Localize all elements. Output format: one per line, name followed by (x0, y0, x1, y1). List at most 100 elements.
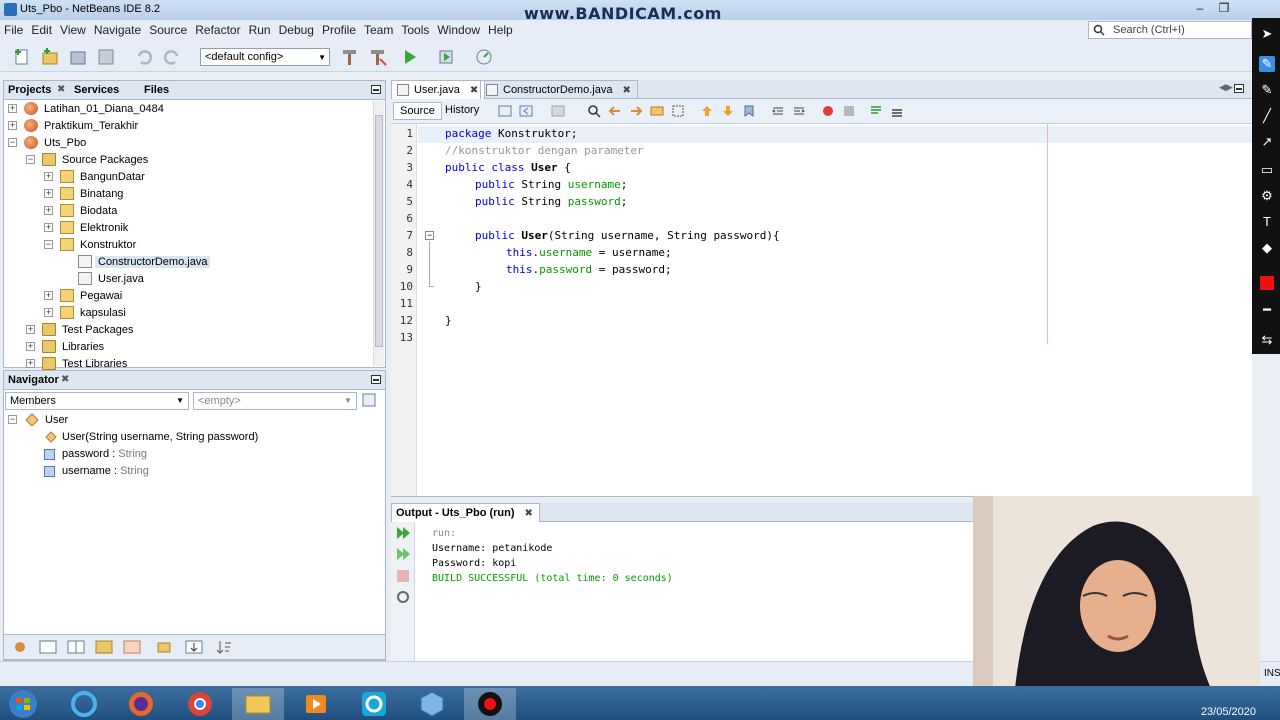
filter-icon[interactable] (12, 639, 28, 655)
shift-left-icon[interactable] (771, 104, 785, 118)
netbeans-taskbar-icon[interactable] (406, 688, 458, 720)
navigator-root[interactable]: − User (8, 412, 308, 429)
clean-build-icon[interactable] (368, 47, 388, 67)
find-previous-icon[interactable] (608, 104, 622, 118)
menu-refactor[interactable]: Refactor (191, 20, 244, 40)
static-filter-icon[interactable] (66, 639, 86, 655)
tab-constructordemo-java[interactable]: ConstructorDemo.java ✖ (480, 80, 638, 99)
collapse-icon[interactable]: − (26, 155, 35, 164)
close-icon[interactable]: ✖ (57, 84, 65, 95)
next-bookmark-icon[interactable] (721, 104, 735, 118)
stop-icon[interactable] (395, 569, 411, 583)
menu-debug[interactable]: Debug (275, 20, 318, 40)
e-app-icon[interactable] (348, 688, 400, 720)
tree-item[interactable]: + Latihan_01_Diana_0484 (8, 101, 368, 118)
projects-scrollbar[interactable] (373, 101, 384, 366)
file-explorer-icon[interactable] (232, 688, 284, 720)
minimize-editor-icon[interactable] (1234, 84, 1244, 93)
output-settings-icon[interactable] (395, 590, 411, 604)
arrow-tool-icon[interactable]: ↗ (1259, 134, 1275, 150)
tab-navigator[interactable]: Navigator (8, 374, 59, 386)
previous-bookmark-icon[interactable] (700, 104, 714, 118)
expand-icon[interactable]: + (44, 206, 53, 215)
expand-icon[interactable]: + (44, 223, 53, 232)
minimize-panel-icon[interactable] (371, 375, 381, 384)
collapse-icon[interactable]: − (8, 138, 17, 147)
close-icon[interactable]: ✖ (622, 85, 630, 96)
rerun-with-parameters-icon[interactable] (395, 547, 411, 561)
eraser-icon[interactable]: ◆ (1259, 240, 1275, 256)
rectangle-icon[interactable]: ▭ (1259, 162, 1275, 178)
tab-user-java[interactable]: User.java ✖ (391, 80, 486, 99)
tree-item[interactable]: + kapsulasi (8, 305, 368, 322)
firefox-icon[interactable] (115, 688, 167, 720)
expand-icon[interactable]: + (44, 189, 53, 198)
navigator-settings-icon[interactable] (361, 392, 377, 408)
menu-run[interactable]: Run (245, 20, 275, 40)
new-project-icon[interactable] (40, 47, 60, 67)
start-macro-recording-icon[interactable] (821, 104, 835, 118)
close-icon[interactable]: ✖ (525, 508, 533, 519)
config-dropdown[interactable]: <default config> ▼ (200, 48, 330, 66)
tree-item[interactable]: + BangunDatar (8, 169, 368, 186)
redo-icon[interactable] (162, 47, 182, 67)
navigator-member[interactable]: User(String username, String password) (44, 429, 374, 446)
cursor-icon[interactable]: ➤ (1259, 26, 1275, 42)
menu-view[interactable]: View (56, 20, 90, 40)
line-icon[interactable]: ╱ (1259, 108, 1275, 124)
menu-window[interactable]: Window (433, 20, 484, 40)
toggle-highlight-icon[interactable] (650, 104, 664, 118)
menu-file[interactable]: File (0, 20, 27, 40)
find-next-icon[interactable] (629, 104, 643, 118)
history-tab[interactable]: History (439, 102, 485, 120)
pen-icon[interactable]: ✎ (1259, 56, 1275, 72)
internet-explorer-icon[interactable] (58, 688, 110, 720)
build-hammer-icon[interactable] (340, 47, 360, 67)
tab-projects[interactable]: Projects (8, 84, 51, 96)
line-width-icon[interactable]: ━ (1259, 302, 1275, 318)
tree-item[interactable]: + Test Packages (8, 322, 368, 339)
chrome-icon[interactable] (174, 688, 226, 720)
find-icon[interactable] (587, 104, 601, 118)
tab-files[interactable]: Files (144, 84, 169, 96)
close-icon[interactable]: ✖ (470, 85, 478, 96)
tree-item[interactable]: User.java (8, 271, 368, 288)
tree-item[interactable]: + Biodata (8, 203, 368, 220)
shift-right-icon[interactable] (792, 104, 806, 118)
color-swatch[interactable] (1260, 276, 1274, 290)
uncomment-icon[interactable] (890, 104, 904, 118)
stop-macro-recording-icon[interactable] (842, 104, 856, 118)
expand-icon[interactable]: + (8, 121, 17, 130)
inherited-filter-icon[interactable] (122, 639, 142, 655)
toggle-bookmark-icon[interactable] (742, 104, 756, 118)
profile-icon[interactable] (474, 47, 494, 67)
debug-icon[interactable] (436, 47, 456, 67)
open-project-icon[interactable] (68, 47, 88, 67)
marker-icon[interactable]: ✎ (1259, 82, 1275, 98)
code-editor[interactable]: 1 2 3 4 5 6 7 8 9 10 11 12 13 − package Konstruktor;… (391, 124, 1252, 497)
menu-help[interactable]: Help (484, 20, 517, 40)
tree-item[interactable]: + Libraries (8, 339, 368, 356)
menu-tools[interactable]: Tools (397, 20, 433, 40)
tab-services[interactable]: Services (74, 84, 119, 96)
menu-profile[interactable]: Profile (318, 20, 360, 40)
tree-item[interactable]: − Konstruktor (8, 237, 368, 254)
expand-icon[interactable]: + (26, 325, 35, 334)
members-filter-dropdown[interactable]: Members ▼ (5, 392, 189, 410)
tree-item[interactable]: − Uts_Pbo (8, 135, 368, 152)
forward-icon[interactable] (551, 104, 565, 118)
scrollbar-thumb[interactable] (375, 115, 383, 347)
fold-collapse-icon[interactable]: − (425, 231, 434, 240)
close-icon[interactable]: ✖ (61, 374, 69, 385)
menu-edit[interactable]: Edit (27, 20, 56, 40)
numbering-icon[interactable]: ⚙ (1259, 188, 1275, 204)
expand-icon[interactable]: + (44, 172, 53, 181)
comment-icon[interactable] (869, 104, 883, 118)
collapse-icon[interactable]: − (8, 415, 17, 424)
menu-team[interactable]: Team (360, 20, 397, 40)
toggle-rectangular-selection-icon[interactable] (671, 104, 685, 118)
tree-item[interactable]: + Binatang (8, 186, 368, 203)
minimize-panel-icon[interactable] (371, 85, 381, 94)
expand-icon[interactable]: + (44, 291, 53, 300)
tree-item[interactable]: + Elektronik (8, 220, 368, 237)
